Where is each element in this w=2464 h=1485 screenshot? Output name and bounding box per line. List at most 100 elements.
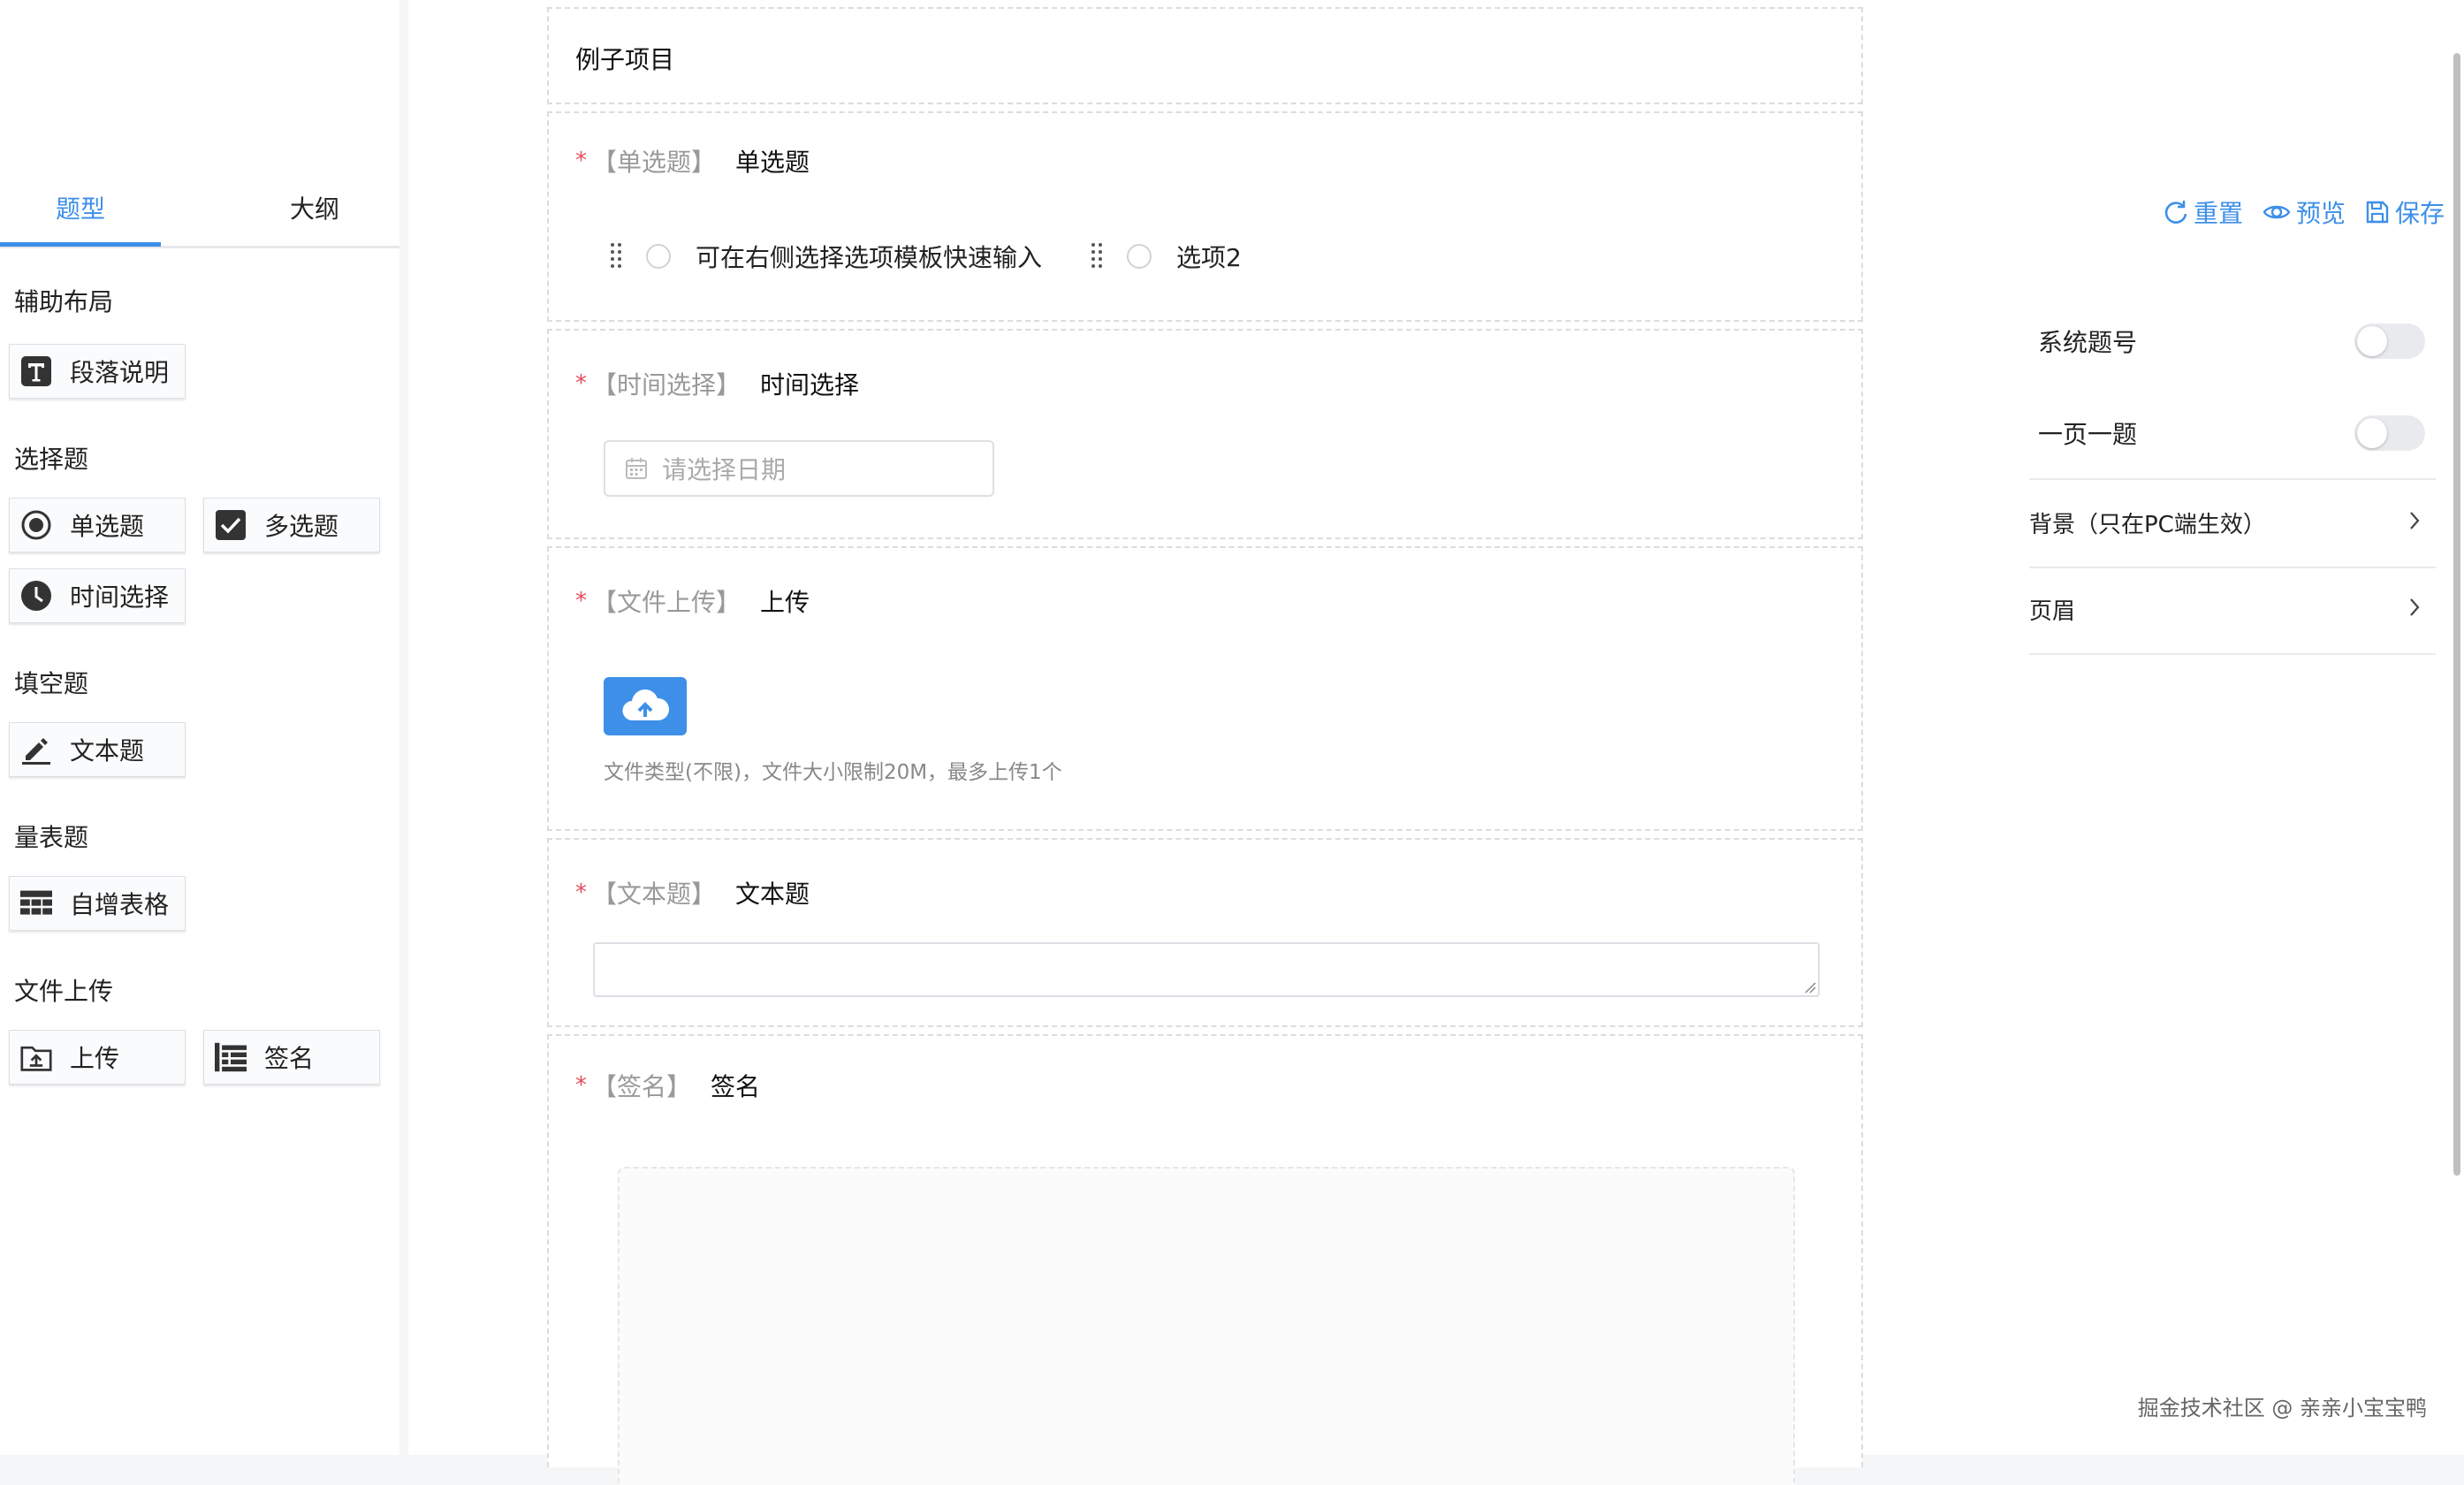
- active-tab-indicator: [0, 242, 161, 247]
- reset-label: 重置: [2194, 199, 2244, 228]
- question-title: 上传: [760, 588, 810, 617]
- text-answer-area[interactable]: [593, 942, 1820, 997]
- calendar-icon: [625, 457, 648, 480]
- resize-handle-icon[interactable]: [1804, 981, 1816, 994]
- drag-handle-icon[interactable]: [609, 242, 623, 270]
- one-per-page-toggle[interactable]: [2354, 415, 2425, 451]
- question-text[interactable]: * 【文本题】 文本题: [547, 838, 1863, 1027]
- question-header: * 【签名】 签名: [575, 1068, 760, 1103]
- required-mark: *: [575, 148, 587, 174]
- upload-folder-icon: [20, 1041, 52, 1073]
- palette-upload-label: 上传: [70, 1044, 120, 1073]
- watermark: 掘金技术社区 @ 亲亲小宝宝鸭: [2137, 1396, 2427, 1420]
- panel-tabs: 题型 大纲: [0, 173, 399, 248]
- option-radio[interactable]: [1127, 244, 1152, 269]
- question-type-tag: 【文本题】: [592, 880, 717, 909]
- palette-auto-table-button[interactable]: 自增表格: [9, 876, 186, 931]
- pencil-icon: [20, 734, 52, 765]
- signature-icon: [215, 1041, 247, 1073]
- palette-text-question-label: 文本题: [70, 736, 145, 765]
- section-title-upload: 文件上传: [14, 977, 114, 1006]
- palette-time-select-button[interactable]: 时间选择: [9, 568, 186, 623]
- question-title: 单选题: [735, 148, 810, 177]
- question-title: 文本题: [735, 880, 810, 909]
- setting-label: 系统题号: [2038, 328, 2138, 357]
- palette-upload-button[interactable]: 上传: [9, 1030, 186, 1085]
- page-scrollbar[interactable]: [2453, 53, 2460, 1176]
- section-title-scale: 量表题: [14, 823, 89, 852]
- question-header: * 【文本题】 文本题: [575, 875, 810, 910]
- question-header: * 【时间选择】 时间选择: [575, 366, 859, 401]
- option-label: 选项2: [1176, 243, 1242, 272]
- upload-hint: 文件类型(不限)，文件大小限制20M，最多上传1个: [604, 761, 1062, 784]
- option-item[interactable]: 可在右侧选择选项模板快速输入: [609, 239, 1042, 274]
- question-type-tag: 【单选题】: [592, 148, 717, 177]
- cloud-upload-icon: [620, 687, 670, 726]
- required-mark: *: [575, 1072, 587, 1099]
- required-mark: *: [575, 588, 587, 614]
- checkbox-icon: [215, 509, 247, 541]
- settings-panel: 重置 预览 保存 系统题号 一页一题 背景（只在PC端生效） 页眉 掘金技术社区…: [2003, 0, 2464, 1455]
- setting-label: 一页一题: [2038, 420, 2138, 449]
- tab-outline[interactable]: 大纲: [234, 173, 395, 246]
- radio-icon: [20, 509, 52, 541]
- palette-multi-choice-label: 多选题: [264, 512, 339, 541]
- question-type-tag: 【时间选择】: [592, 370, 741, 400]
- required-mark: *: [575, 880, 587, 906]
- palette-single-choice-label: 单选题: [70, 512, 145, 541]
- required-mark: *: [575, 370, 587, 397]
- collapse-header[interactable]: 页眉: [2029, 567, 2436, 655]
- question-time-select[interactable]: * 【时间选择】 时间选择 请选择日期: [547, 329, 1863, 539]
- signature-pad[interactable]: [618, 1167, 1795, 1485]
- palette-signature-button[interactable]: 签名: [203, 1030, 380, 1085]
- section-title-fill: 填空题: [14, 669, 89, 698]
- option-label: 可在右侧选择选项模板快速输入: [696, 243, 1043, 272]
- refresh-icon: [2162, 199, 2188, 225]
- chevron-right-icon: [2407, 597, 2422, 624]
- section-title-layout: 辅助布局: [14, 287, 114, 316]
- toggle-knob: [2357, 326, 2387, 356]
- question-title: 时间选择: [760, 370, 860, 400]
- clock-icon: [20, 580, 52, 612]
- question-type-panel: 题型 大纲 辅助布局 段落说明 选择题 单选题 多选题 时间选择 填空题 文本题…: [0, 0, 399, 1455]
- option-radio[interactable]: [646, 244, 671, 269]
- preview-button[interactable]: 预览: [2262, 194, 2346, 230]
- question-type-tag: 【签名】: [592, 1072, 692, 1101]
- palette-signature-label: 签名: [264, 1044, 315, 1073]
- question-header: * 【文件上传】 上传: [575, 583, 810, 619]
- question-signature[interactable]: * 【签名】 签名: [547, 1034, 1863, 1485]
- palette-text-question-button[interactable]: 文本题: [9, 722, 186, 777]
- question-title: 签名: [711, 1072, 761, 1101]
- toggle-knob: [2357, 418, 2387, 448]
- date-picker-input[interactable]: 请选择日期: [604, 440, 994, 497]
- save-button[interactable]: 保存: [2365, 194, 2445, 230]
- question-single-choice[interactable]: * 【单选题】 单选题 可在右侧选择选项模板快速输入 选项2: [547, 111, 1863, 322]
- upload-button[interactable]: [604, 677, 687, 735]
- question-type-tag: 【文件上传】: [592, 588, 741, 617]
- drag-handle-icon[interactable]: [1090, 242, 1104, 270]
- chevron-right-icon: [2407, 510, 2422, 537]
- palette-time-select-label: 时间选择: [70, 583, 170, 612]
- preview-label: 预览: [2296, 199, 2346, 228]
- collapse-background[interactable]: 背景（只在PC端生效）: [2029, 480, 2436, 568]
- project-title-block[interactable]: 例子项目: [547, 7, 1863, 104]
- project-title: 例子项目: [575, 45, 675, 74]
- section-title-choice: 选择题: [14, 445, 89, 474]
- table-icon: [20, 887, 52, 919]
- text-box-icon: [20, 355, 52, 387]
- save-label: 保存: [2395, 199, 2445, 228]
- palette-multi-choice-button[interactable]: 多选题: [203, 498, 380, 552]
- palette-single-choice-button[interactable]: 单选题: [9, 498, 186, 552]
- form-canvas: 例子项目 * 【单选题】 单选题 可在右侧选择选项模板快速输入 选项2 * 【时…: [408, 0, 2003, 1485]
- date-placeholder: 请选择日期: [662, 455, 787, 484]
- reset-button[interactable]: 重置: [2162, 194, 2243, 230]
- system-number-toggle[interactable]: [2354, 324, 2425, 359]
- question-file-upload[interactable]: * 【文件上传】 上传 文件类型(不限)，文件大小限制20M，最多上传1个: [547, 546, 1863, 831]
- save-icon: [2365, 200, 2390, 225]
- eye-icon: [2262, 199, 2291, 225]
- collapse-label: 页眉: [2029, 598, 2076, 625]
- collapse-label: 背景（只在PC端生效）: [2029, 512, 2266, 538]
- option-item[interactable]: 选项2: [1090, 239, 1242, 274]
- tab-question-types[interactable]: 题型: [0, 173, 161, 246]
- palette-paragraph-button[interactable]: 段落说明: [9, 344, 186, 399]
